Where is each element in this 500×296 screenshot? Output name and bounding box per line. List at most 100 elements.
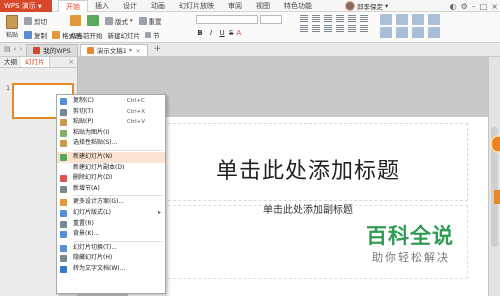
- distribute-icon[interactable]: [348, 25, 356, 32]
- menu-item-new-slide[interactable]: 新建幻灯片(N): [57, 151, 165, 163]
- picture-icon[interactable]: [380, 27, 392, 38]
- menu-item-paste-image[interactable]: 粘贴为图片(I): [57, 128, 165, 139]
- indent-icon[interactable]: [324, 15, 332, 22]
- bullets-icon[interactable]: [300, 15, 308, 22]
- outline-icon[interactable]: [412, 27, 424, 38]
- menu-item-convert-to-doc[interactable]: 转为文字文档(W)...: [57, 264, 165, 275]
- user-name: 邱李保定: [357, 3, 383, 11]
- skin-icon[interactable]: ◐: [450, 2, 457, 11]
- justify-icon[interactable]: [336, 25, 344, 32]
- float-assistant-icon[interactable]: [490, 135, 500, 153]
- section-button[interactable]: 节: [145, 30, 160, 40]
- menu-item-hide-slide[interactable]: 隐藏幻灯片(H): [57, 253, 165, 264]
- menu-item-background[interactable]: 背景(K)...: [57, 229, 165, 240]
- close-panel-icon[interactable]: ×: [68, 58, 74, 66]
- shapes-icon[interactable]: [396, 14, 408, 25]
- menu-item-label: 粘贴(P): [73, 118, 94, 126]
- line-spacing-icon[interactable]: [348, 15, 356, 22]
- tab-animation[interactable]: 动画: [144, 0, 172, 12]
- text-direction-icon[interactable]: [360, 15, 368, 22]
- italic-button[interactable]: I: [207, 29, 215, 37]
- textbox-icon[interactable]: [380, 14, 392, 25]
- tab-slideshow[interactable]: 幻灯片放映: [172, 0, 221, 12]
- close-icon[interactable]: ×: [491, 2, 498, 11]
- menu-item-slide-layout[interactable]: 幻灯片版式(L) ▸: [57, 208, 165, 219]
- tab-features[interactable]: 特色功能: [277, 0, 319, 12]
- menu-item-transition[interactable]: 幻灯片切换(T)...: [57, 243, 165, 254]
- font-family-select[interactable]: [196, 15, 258, 24]
- arrange-icon[interactable]: [412, 14, 424, 25]
- layout-button[interactable]: 版式 ▾: [105, 15, 133, 26]
- tab-insert[interactable]: 插入: [88, 0, 116, 12]
- folder-icon[interactable]: ▤: [4, 45, 11, 53]
- find-icon[interactable]: [428, 27, 440, 38]
- menu-item-cut[interactable]: 剪切(T) Ctrl+X: [57, 107, 165, 118]
- strikethrough-button[interactable]: S: [229, 29, 233, 37]
- menu-separator: [73, 149, 163, 151]
- quick-style-icon[interactable]: [428, 14, 440, 25]
- wps-menu-button[interactable]: WPS 演示 ▼: [0, 0, 52, 12]
- tab-home[interactable]: 开始: [58, 0, 88, 12]
- wps-home-icon: [33, 47, 41, 54]
- ribbon: 粘贴 剪切 复制 格式刷 版式 ▾ 重置 从当前开始 新建幻灯片 节 B I U S…: [0, 12, 500, 43]
- close-icon[interactable]: ×: [135, 45, 140, 57]
- tab-presentation1[interactable]: 演示文稿1 * ×: [79, 44, 148, 57]
- from-current-button[interactable]: 从当前开始: [70, 30, 103, 40]
- slide-subtitle[interactable]: 单击此处添加副标题: [128, 201, 488, 216]
- reset-icon: [138, 16, 147, 25]
- vertical-scrollbar[interactable]: [488, 57, 500, 296]
- layout-icon: [60, 209, 67, 217]
- align-right-icon[interactable]: [324, 25, 332, 32]
- settings-icon[interactable]: ⚙: [461, 2, 468, 11]
- new-slide-label[interactable]: 新建幻灯片: [108, 30, 141, 40]
- align-center-icon[interactable]: [312, 25, 320, 32]
- menu-item-paste-special[interactable]: 选择性粘贴(S)...: [57, 138, 165, 149]
- menu-item-more-designs[interactable]: 更多设计方案(G)...: [57, 197, 165, 208]
- menu-item-label: 粘贴为图片(I): [73, 128, 110, 136]
- avatar: [345, 1, 355, 11]
- align-left-icon[interactable]: [300, 25, 308, 32]
- drawing-group: [380, 14, 442, 38]
- tab-view[interactable]: 视图: [249, 0, 277, 12]
- bold-button[interactable]: B: [196, 29, 204, 37]
- play-button[interactable]: [70, 15, 81, 26]
- format-painter-icon[interactable]: [52, 30, 60, 39]
- underline-button[interactable]: U: [218, 29, 226, 37]
- menu-item-delete-slide[interactable]: 删除幻灯片(D): [57, 173, 165, 184]
- maximize-icon[interactable]: □: [480, 2, 488, 11]
- tab-slides[interactable]: 幻灯片: [21, 57, 50, 67]
- menu-item-paste[interactable]: 粘贴(P) Ctrl+V: [57, 117, 165, 128]
- paste-button[interactable]: 粘贴: [4, 15, 20, 39]
- slide-canvas[interactable]: 单击此处添加标题 单击此处添加副标题: [128, 117, 488, 296]
- add-tab-button[interactable]: +: [150, 42, 166, 56]
- font-size-select[interactable]: [260, 15, 282, 24]
- reset-label: 重置: [148, 17, 162, 26]
- wps-menu-label: WPS 演示: [4, 2, 36, 10]
- tab-outline[interactable]: 大纲: [0, 57, 21, 67]
- side-panel-toggle-icon[interactable]: [494, 190, 500, 204]
- new-slide-button[interactable]: [87, 15, 99, 26]
- slide-title[interactable]: 单击此处添加标题: [128, 153, 488, 185]
- menu-item-label: 隐藏幻灯片(H): [73, 254, 113, 262]
- tab-review[interactable]: 审阅: [221, 0, 249, 12]
- user-account[interactable]: 邱李保定 ▾: [345, 0, 388, 12]
- tab-design[interactable]: 设计: [116, 0, 144, 12]
- fill-icon[interactable]: [396, 27, 408, 38]
- menu-item-add-section[interactable]: 新增节(A): [57, 184, 165, 195]
- menu-item-label: 重置(R): [73, 219, 94, 227]
- menu-item-copy[interactable]: 复制(C) Ctrl+C: [57, 96, 165, 107]
- font-color-icon[interactable]: A: [236, 29, 241, 37]
- chevron-right-icon[interactable]: ›: [19, 45, 22, 53]
- outdent-icon[interactable]: [336, 15, 344, 22]
- section-label: 节: [153, 32, 160, 40]
- numbering-icon[interactable]: [312, 15, 320, 22]
- menu-item-label: 复制(C): [73, 97, 94, 104]
- chevron-left-icon[interactable]: ‹: [14, 45, 17, 53]
- to-doc-icon: [60, 265, 67, 273]
- menu-item-reset[interactable]: 重置(R): [57, 219, 165, 230]
- reset-button[interactable]: 重置: [138, 15, 162, 26]
- menu-item-duplicate-slide[interactable]: 新建幻灯片副本(D): [57, 163, 165, 174]
- tab-my-wps[interactable]: 我的WPS: [26, 44, 78, 56]
- columns-icon[interactable]: [360, 25, 368, 32]
- minimize-icon[interactable]: –: [472, 2, 476, 11]
